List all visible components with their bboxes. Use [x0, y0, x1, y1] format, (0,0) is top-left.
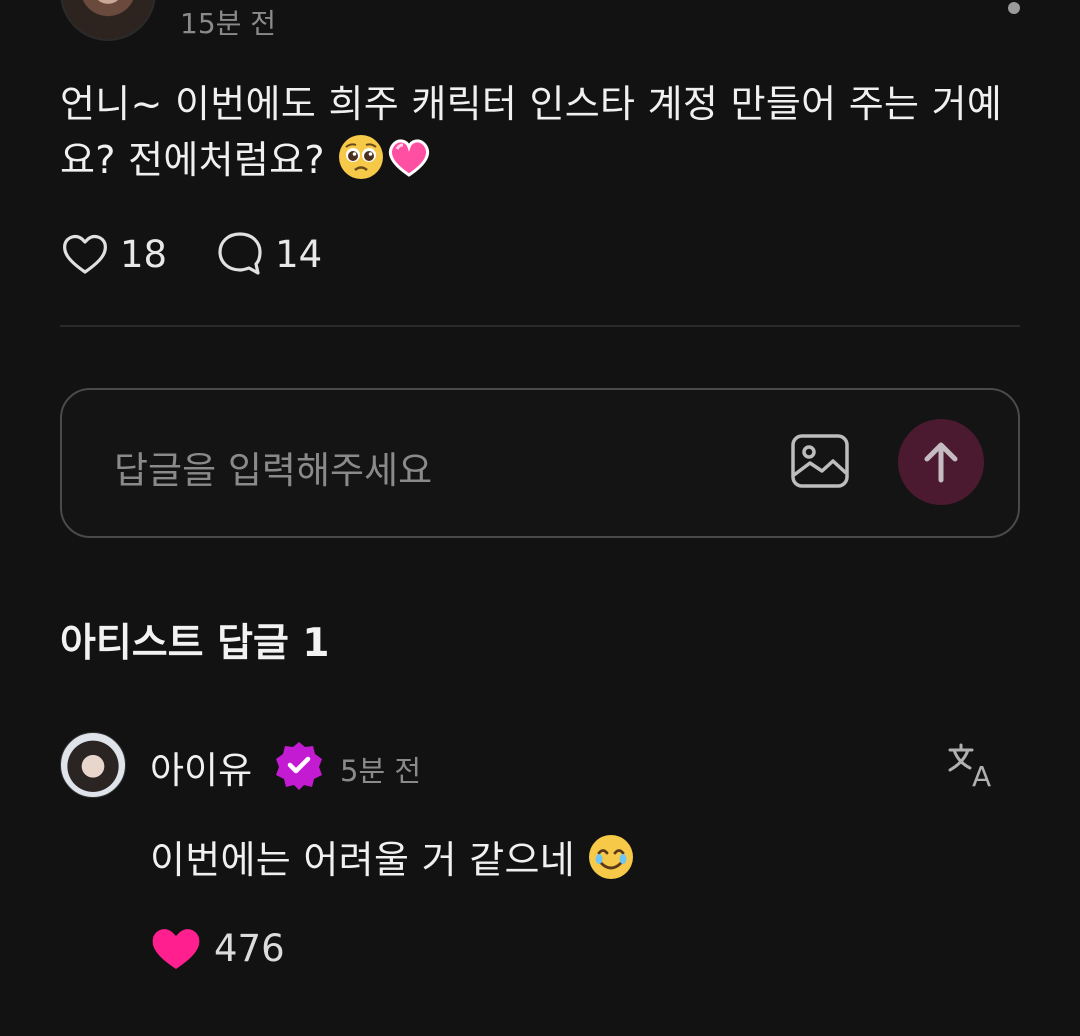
translate-icon[interactable]: A	[888, 0, 938, 16]
reply-body: 이번에는 어려울 거 같으네	[150, 832, 635, 888]
speech-bubble-icon	[218, 232, 262, 275]
post-actions: 18 14	[60, 228, 370, 280]
post-author-avatar[interactable]	[60, 0, 156, 41]
like-count: 18	[120, 232, 168, 276]
reply-input-box[interactable]: 답글을 입력해주세요	[60, 388, 1020, 538]
post-time: 15분 전	[180, 7, 277, 40]
heart-outline-icon	[63, 234, 107, 274]
reply-input[interactable]: 답글을 입력해주세요	[114, 440, 432, 494]
tearful-smile-emoji	[589, 835, 634, 879]
arrow-up-icon	[924, 442, 958, 483]
reply-text: 이번에는 어려울 거 같으네	[150, 838, 575, 882]
heart-filled-icon	[152, 929, 200, 969]
like-button[interactable]: 18	[60, 229, 167, 279]
reply-time: 5분 전	[340, 754, 422, 788]
image-attach-icon[interactable]	[790, 433, 850, 489]
pleading-face-emoji	[339, 135, 384, 179]
svg-text:A: A	[914, 0, 935, 2]
artist-avatar[interactable]	[60, 732, 126, 798]
artist-name[interactable]: 아이유	[150, 740, 252, 794]
post-header: 15분 전 A	[60, 0, 1020, 42]
post-body: 언니~ 이번에도 희주 캐릭터 인스타 계정 만들어 주는 거예요? 전에처럼요…	[60, 76, 1020, 188]
svg-text:A: A	[972, 760, 991, 790]
divider	[60, 325, 1020, 327]
comment-button[interactable]: 14	[215, 229, 322, 279]
send-button[interactable]	[898, 419, 984, 505]
post-text: 언니~ 이번에도 희주 캐릭터 인스타 계정 만들어 주는 거예요? 전에처럼요…	[60, 82, 1003, 182]
translate-icon[interactable]: A	[946, 742, 1000, 790]
reply-like-button[interactable]: 476	[150, 924, 285, 972]
section-title: 아티스트 답글 1	[60, 621, 330, 666]
reply-like-count: 476	[214, 926, 285, 970]
comment-count: 14	[275, 232, 323, 276]
more-options-icon[interactable]	[1008, 2, 1020, 14]
verified-badge-icon	[276, 742, 322, 790]
heart-emoji	[389, 139, 430, 177]
